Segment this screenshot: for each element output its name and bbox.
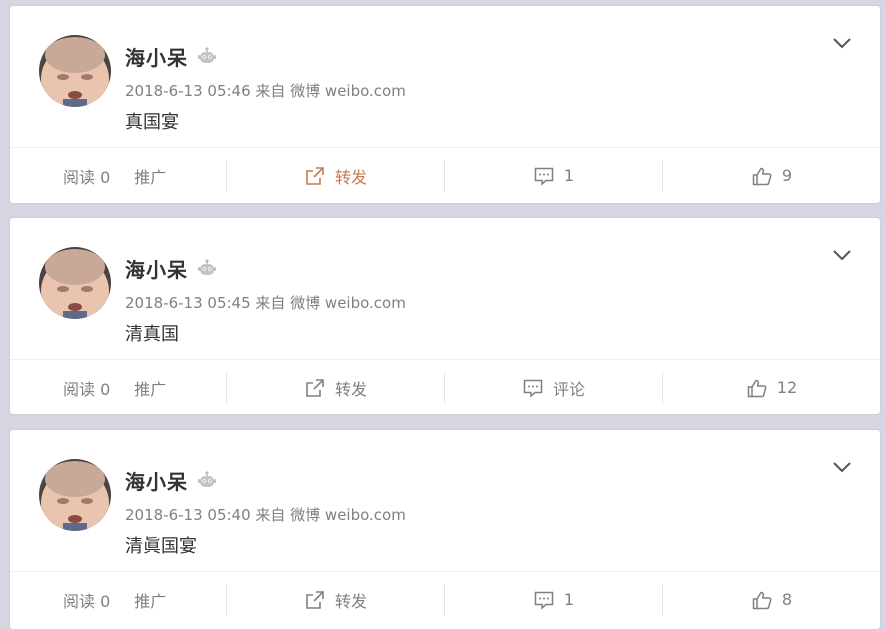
share-icon [306, 378, 324, 397]
post-content: 清真国 [125, 324, 179, 345]
like-button[interactable]: 9 [663, 165, 880, 187]
comment-label: 评论 [552, 379, 585, 399]
share-icon [306, 590, 324, 609]
read-count: 阅读 0 [63, 591, 111, 611]
username[interactable]: 海小呆 [125, 42, 188, 71]
action-bar: 阅读 0 推广 转发 1 [10, 147, 880, 203]
comment-label: 1 [563, 166, 575, 185]
comment-button[interactable]: 1 [445, 589, 662, 611]
thumbs-up-icon [747, 379, 767, 397]
comment-icon [523, 379, 543, 398]
robot-icon [198, 471, 216, 487]
like-count: 8 [781, 590, 793, 609]
read-count: 阅读 0 [63, 167, 111, 187]
promote-link[interactable]: 推广 [134, 376, 166, 400]
forward-button[interactable]: 转发 [227, 588, 444, 612]
avatar[interactable] [39, 247, 111, 319]
like-button[interactable]: 12 [663, 377, 880, 399]
post-card: 海小呆 2018-6-13 05:46 来自 微博 weibo.com 真国宴 … [10, 6, 880, 203]
chevron-down-icon[interactable] [832, 36, 852, 50]
forward-label: 转发 [334, 167, 367, 187]
comment-button[interactable]: 1 [445, 165, 662, 187]
username[interactable]: 海小呆 [125, 466, 188, 495]
action-bar: 阅读 0 推广 转发 1 [10, 571, 880, 627]
like-count: 9 [781, 166, 793, 185]
forward-label: 转发 [334, 591, 367, 611]
promote-link[interactable]: 推广 [134, 588, 166, 612]
thumbs-up-icon [752, 167, 772, 185]
post-meta: 2018-6-13 05:46 来自 微博 weibo.com [125, 82, 406, 100]
chevron-down-icon[interactable] [832, 460, 852, 474]
action-bar: 阅读 0 推广 转发 评论 12 [10, 359, 880, 415]
post-content: 真国宴 [125, 112, 179, 133]
comment-icon [534, 167, 554, 186]
forward-button[interactable]: 转发 [227, 164, 444, 188]
comment-label: 1 [563, 590, 575, 609]
robot-icon [198, 259, 216, 275]
post-meta: 2018-6-13 05:45 来自 微博 weibo.com [125, 294, 406, 312]
comment-button[interactable]: 评论 [445, 376, 662, 400]
thumbs-up-icon [752, 591, 772, 609]
robot-icon [198, 47, 216, 63]
username[interactable]: 海小呆 [125, 254, 188, 283]
share-icon [306, 166, 324, 185]
post-card: 海小呆 2018-6-13 05:45 来自 微博 weibo.com 清真国 … [10, 218, 880, 414]
forward-button[interactable]: 转发 [227, 376, 444, 400]
chevron-down-icon[interactable] [832, 248, 852, 262]
avatar[interactable] [39, 459, 111, 531]
post-card: 海小呆 2018-6-13 05:40 来自 微博 weibo.com 清眞国宴… [10, 430, 880, 629]
promote-link[interactable]: 推广 [134, 164, 166, 188]
post-content: 清眞国宴 [125, 536, 197, 557]
like-button[interactable]: 8 [663, 589, 880, 611]
like-count: 12 [776, 378, 798, 397]
read-count: 阅读 0 [63, 379, 111, 399]
avatar[interactable] [39, 35, 111, 107]
comment-icon [534, 591, 554, 610]
post-meta: 2018-6-13 05:40 来自 微博 weibo.com [125, 506, 406, 524]
forward-label: 转发 [334, 379, 367, 399]
